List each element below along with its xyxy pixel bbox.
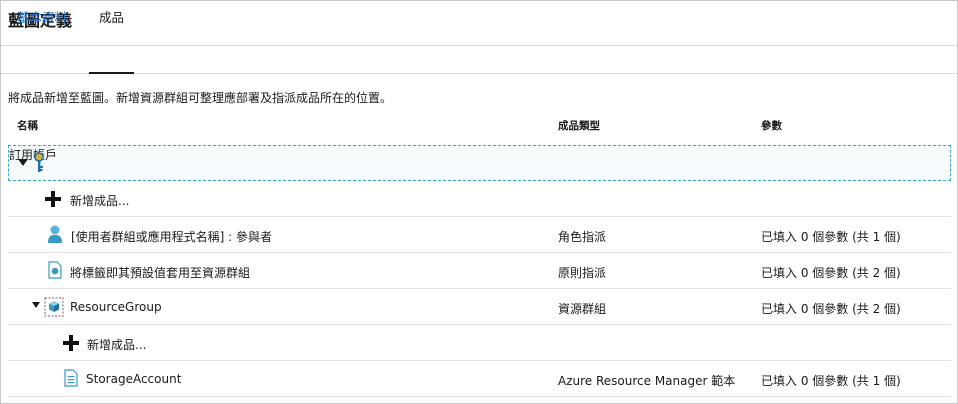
row-name-storage-account: StorageAccount <box>86 372 182 386</box>
table-row-resource-group[interactable]: ResourceGroup 資源群組 已填入 0 個參數 (共 2 個) <box>8 289 951 325</box>
active-tab-indicator <box>89 72 134 74</box>
artifacts-description: 將成品新增至藍圖。新增資源群組可整理應部署及指派成品所在的位置。 <box>8 91 393 105</box>
row-type-storage-account: Azure Resource Manager 範本 <box>558 374 736 388</box>
row-type-policy: 原則指派 <box>558 266 607 280</box>
collapse-caret-icon[interactable] <box>18 159 28 166</box>
row-name-policy: 將標籤即其預設值套用至資源群組 <box>70 266 251 280</box>
template-document-icon <box>64 369 78 390</box>
tab-artifacts[interactable]: 成品 <box>99 7 124 26</box>
resource-group-cube-icon <box>44 297 64 320</box>
row-name-subscription: 訂用帳戶 <box>9 148 58 162</box>
column-header-name: 名稱 <box>17 120 38 132</box>
blueprint-definition-panel: 藍圖定義 基本資料 成品 將成品新增至藍圖。新增資源群組可整理應部署及指派成品所… <box>0 0 958 404</box>
title-divider <box>1 45 957 46</box>
user-icon <box>48 225 62 246</box>
row-name-role: [使用者群組或應用程式名稱] : 參與者 <box>71 230 273 244</box>
add-artifact-link[interactable]: 新增成品... <box>70 192 129 209</box>
add-artifact-link[interactable]: 新增成品... <box>87 336 146 353</box>
collapse-caret-icon[interactable] <box>32 302 40 308</box>
table-row-add-artifact[interactable]: 新增成品... <box>8 181 951 217</box>
row-params-role: 已填入 0 個參數 (共 1 個) <box>761 230 901 244</box>
key-icon <box>34 152 44 177</box>
row-params-resource-group: 已填入 0 個參數 (共 2 個) <box>761 302 901 316</box>
tab-basics[interactable]: 基本資料 <box>17 7 67 26</box>
policy-document-icon <box>48 261 62 282</box>
row-type-resource-group: 資源群組 <box>558 302 607 316</box>
row-name-resource-group: ResourceGroup <box>70 300 162 314</box>
row-params-policy: 已填入 0 個參數 (共 2 個) <box>761 266 901 280</box>
table-row-storage-template[interactable]: StorageAccount Azure Resource Manager 範本… <box>8 361 951 397</box>
row-params-storage-account: 已填入 0 個參數 (共 1 個) <box>761 374 901 388</box>
plus-icon <box>45 191 61 210</box>
table-row-add-artifact-nested[interactable]: 新增成品... <box>8 325 951 361</box>
table-row-role-assignment[interactable]: [使用者群組或應用程式名稱] : 參與者 角色指派 已填入 0 個參數 (共 1… <box>8 217 951 253</box>
table-row-policy-assignment[interactable]: 將標籤即其預設值套用至資源群組 原則指派 已填入 0 個參數 (共 2 個) <box>8 253 951 289</box>
plus-icon <box>63 335 79 354</box>
table-row-subscription[interactable]: 訂用帳戶 <box>8 145 951 181</box>
row-type-role: 角色指派 <box>558 230 607 244</box>
column-header-params: 參數 <box>761 120 782 132</box>
tabs-divider <box>1 73 957 74</box>
column-header-type: 成品類型 <box>558 120 600 132</box>
